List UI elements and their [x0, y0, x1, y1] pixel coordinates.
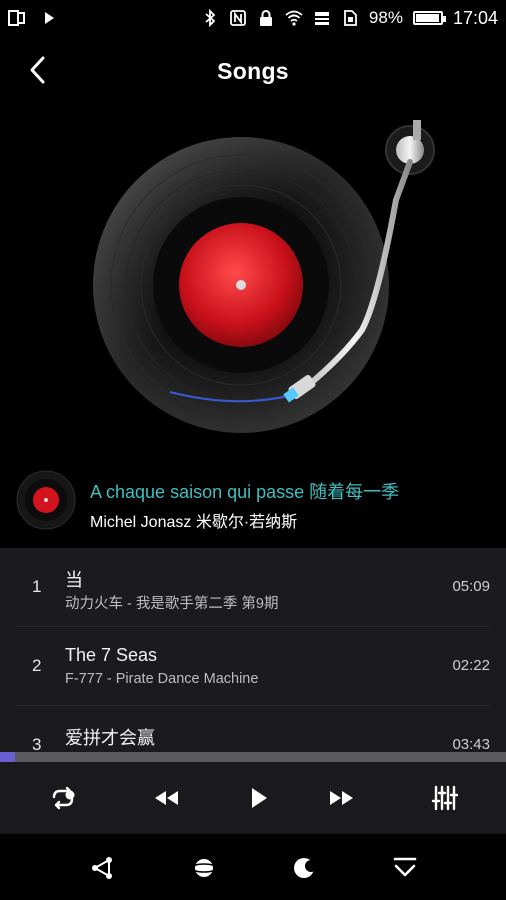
page-title: Songs [217, 57, 289, 84]
recent-apps-icon [8, 9, 26, 27]
song-list[interactable]: 1 当 动力火车 - 我是歌手第二季 第9期 05:09 2 The 7 Sea… [0, 548, 506, 752]
status-bar: 98% 17:04 [0, 0, 506, 36]
play-icon [40, 9, 58, 27]
song-duration: 05:09 [452, 578, 490, 595]
playback-progress-fill [0, 752, 16, 762]
fast-forward-button[interactable] [320, 776, 364, 820]
song-index: 1 [32, 577, 42, 596]
play-button[interactable] [236, 776, 280, 820]
song-row[interactable]: 3 爱拼才会赢 03:43 [16, 706, 490, 752]
repeat-icon [52, 786, 75, 810]
song-title: 爱拼才会赢 [65, 728, 155, 748]
moon-button[interactable] [287, 850, 323, 886]
song-subtitle: 动力火车 - 我是歌手第二季 第9期 [65, 596, 279, 612]
clock: 17:04 [452, 7, 498, 28]
song-row[interactable]: 2 The 7 Seas F-777 - Pirate Dance Machin… [16, 627, 490, 706]
song-index: 3 [32, 735, 42, 752]
planet-icon [191, 859, 217, 877]
chevron-left-icon [30, 56, 45, 84]
song-row[interactable]: 1 当 动力火车 - 我是歌手第二季 第9期 05:09 [16, 548, 490, 627]
bluetooth-icon [201, 9, 219, 27]
song-duration: 03:43 [452, 736, 490, 752]
share-button[interactable] [84, 850, 120, 886]
share-icon [92, 857, 112, 879]
battery-icon [412, 11, 446, 25]
playback-progress-bar[interactable] [0, 752, 506, 762]
sim-icon [341, 9, 359, 27]
song-title: 当 [65, 570, 83, 590]
header: Songs [0, 36, 506, 106]
wifi-icon [285, 9, 303, 27]
back-button[interactable] [18, 50, 58, 90]
battery-level [415, 14, 440, 22]
turntable [0, 110, 506, 450]
player-controls [0, 762, 506, 834]
moon-icon [294, 858, 317, 878]
now-playing[interactable]: A chaque saison qui passe 随着每一季 Michel J… [0, 466, 506, 542]
bottom-nav [0, 834, 506, 900]
rewind-button[interactable] [144, 776, 188, 820]
song-index: 2 [32, 656, 42, 675]
repeat-button[interactable] [41, 776, 85, 820]
nfc-icon [229, 9, 247, 27]
equalizer-icon [431, 785, 459, 811]
cellular-signal-icon [313, 9, 331, 27]
lock-icon [257, 9, 275, 27]
planet-button[interactable] [186, 850, 222, 886]
rewind-icon [155, 791, 178, 805]
play-icon [252, 788, 267, 808]
collapse-icon [393, 857, 417, 877]
fast-forward-icon [330, 791, 353, 805]
vinyl-record-graphic [93, 120, 435, 433]
equalizer-button[interactable] [423, 776, 467, 820]
song-title: The 7 Seas [65, 645, 158, 665]
collapse-button[interactable] [387, 850, 423, 886]
now-playing-artist: Michel Jonasz 米歇尔·若纳斯 [90, 514, 298, 531]
album-disc-icon [16, 470, 76, 530]
battery-percent: 98% [368, 8, 403, 27]
now-playing-title: A chaque saison qui passe 随着每一季 [90, 482, 400, 502]
song-duration: 02:22 [452, 657, 490, 674]
song-subtitle: F-777 - Pirate Dance Machine [65, 671, 259, 687]
